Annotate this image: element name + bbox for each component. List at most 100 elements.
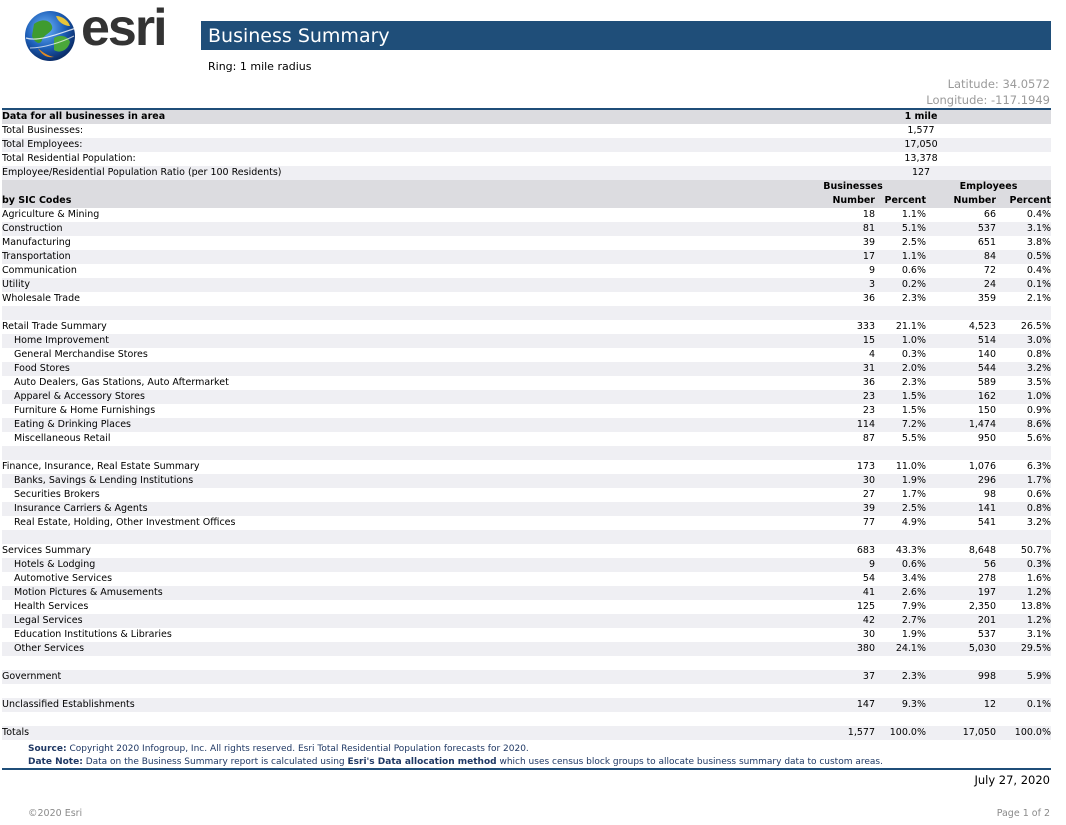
employees-percent: 0.6% [1026,489,1052,500]
page-title: Business Summary [201,21,1051,50]
businesses-percent: 4.9% [901,517,926,528]
table-row: Agriculture & Mining 18 1.1% 66 0.4% [2,208,1051,222]
page-number: Page 1 of 2 [996,808,1050,819]
table-row: Banks, Savings & Lending Institutions 30 1… [2,474,1052,488]
businesses-percent: 2.5% [901,237,926,248]
employees-number: 2,350 [968,601,997,612]
employees-number: 296 [926,474,997,488]
employees-number: 162 [926,390,997,404]
category-label: Services Summary [2,545,91,556]
table-row: Hotels & Lodging 9 0.6% 56 0.3% [2,558,1052,572]
employees-percent: 0.4% [1026,209,1052,220]
businesses-percent: 1.9% [901,629,926,640]
table-row: Totals 1,577 100.0% 17,050 100.0% [2,726,1052,740]
category-label: Other Services [2,642,780,656]
employees-percent: 0.4% [1026,265,1052,276]
table-row: Education Institutions & Libraries 30 1.9%… [2,628,1051,642]
blank-cell [2,306,1052,320]
table-row: Miscellaneous Retail 87 5.5% 950 5.6% [2,432,1051,446]
businesses-number: 39 [862,237,875,248]
employees-number: 24 [926,278,997,292]
employees-number: 72 [983,265,997,276]
employees-number: 278 [977,573,997,584]
employees-number: 84 [926,250,997,264]
employees-number: 537 [977,629,997,640]
summary-header-row: Data for all businesses in area 1 mile [2,110,1052,124]
data-allocation-link[interactable]: Esri's Data allocation method [348,757,497,767]
category-label: Retail Trade Summary [2,321,107,332]
businesses-percent: 2.3% [875,670,926,684]
table-row: Transportation 17 1.1% 84 0.5% [2,250,1052,264]
businesses-number: 3 [780,278,875,292]
employees-number: 12 [926,698,997,712]
businesses-number: 77 [862,517,875,528]
table-row: Furniture & Home Furnishings 23 1.5% 150 0.9… [2,404,1051,418]
table-row: Securities Brokers 27 1.7% 98 0.6% [2,488,1051,502]
blank-cell [2,446,1052,460]
employees-number: 98 [983,489,997,500]
businesses-number: 9 [868,265,875,276]
employees-number: 201 [926,614,997,628]
businesses-number: 42 [780,614,875,628]
source-note: Source: Copyright 2020 Infogroup, Inc. A… [28,743,883,756]
businesses-percent-header: Percent [875,194,926,208]
businesses-number: 4 [868,349,875,360]
employees-percent: 1.2% [996,586,1052,600]
employees-percent: 6.3% [1026,461,1052,472]
businesses-number: 380 [780,642,875,656]
businesses-percent: 11.0% [895,461,926,472]
blank-cell [2,684,1051,698]
category-label: Manufacturing [2,237,71,248]
employees-percent: 0.5% [996,250,1052,264]
category-label: Hotels & Lodging [2,558,780,572]
blank-row [2,530,1052,544]
employees-percent: 0.3% [996,558,1052,572]
employees-percent: 3.0% [996,334,1052,348]
datenote-pre: Data on the Business Summary report is c… [85,757,345,767]
blank-row [2,684,1051,698]
table-row: Manufacturing 39 2.5% 651 3.8% [2,236,1051,250]
spacer-cell [996,138,1052,152]
category-label: Banks, Savings & Lending Institutions [2,474,780,488]
businesses-percent: 2.7% [875,614,926,628]
employees-number: 359 [977,293,997,304]
businesses-number: 39 [780,502,875,516]
datenote-label: Date Note: [28,757,83,767]
businesses-number: 333 [856,321,875,332]
employees-number: 8,648 [968,545,997,556]
businesses-percent: 5.5% [901,433,926,444]
employees-percent: 3.2% [996,362,1052,376]
blank-row [2,656,1051,670]
businesses-percent: 2.5% [875,502,926,516]
employees-percent: 8.6% [996,418,1052,432]
employees-group-header: Employees [926,180,1052,194]
businesses-percent: 1.1% [901,209,926,220]
category-label: Securities Brokers [14,489,100,500]
employees-number: 140 [977,349,997,360]
businesses-number: 18 [862,209,875,220]
category-label: Home Improvement [2,334,780,348]
employees-percent: 3.1% [996,222,1052,236]
employees-number: 141 [926,502,997,516]
category-label: Construction [2,222,780,236]
summary-value: 127 [780,166,997,180]
businesses-number: 30 [862,629,875,640]
blank-cell [2,712,1051,726]
category-label: Real Estate, Holding, Other Investment O… [14,517,236,528]
ring-label: Ring: 1 mile radius [208,60,312,73]
employees-number: 66 [983,209,997,220]
businesses-percent: 1.0% [875,334,926,348]
employees-percent: 1.6% [1026,573,1052,584]
category-label: Food Stores [2,362,780,376]
employees-number: 1,076 [968,461,997,472]
employees-number: 5,030 [926,642,997,656]
employees-percent: 1.0% [996,390,1052,404]
businesses-percent: 1.1% [875,250,926,264]
category-label: Agriculture & Mining [2,209,100,220]
businesses-percent: 2.3% [901,377,926,388]
businesses-number: 17 [780,250,875,264]
category-label: Health Services [14,601,89,612]
businesses-number: 31 [780,362,875,376]
category-label: Government [2,670,780,684]
businesses-number: 15 [780,334,875,348]
